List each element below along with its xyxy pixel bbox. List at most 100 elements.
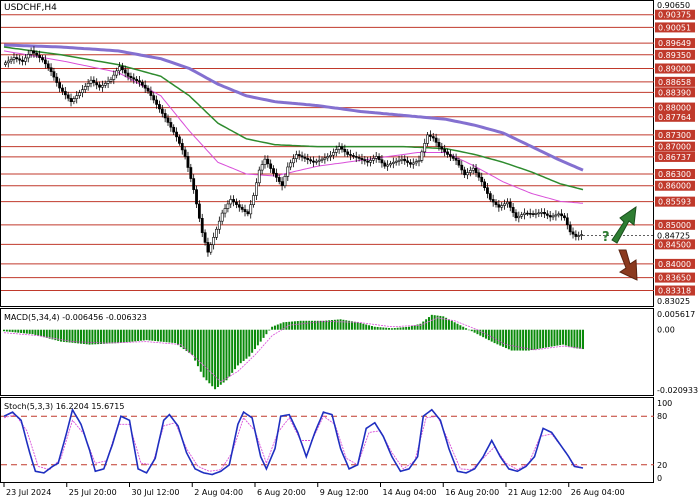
candle (503, 199, 506, 210)
ma-fast-line (3, 50, 584, 204)
candle (203, 229, 207, 246)
candle (477, 169, 481, 181)
candle (314, 158, 318, 165)
candle (531, 210, 535, 217)
macd-bar (350, 321, 353, 330)
macd-bar (339, 319, 342, 330)
macd-bar (396, 327, 399, 330)
macd-indicator: 0.005617 0.00 -0.020933 (3, 310, 698, 395)
macd-bar (311, 320, 314, 330)
macd-bar (305, 320, 308, 330)
macd-bar (114, 329, 117, 344)
price-axis: 0.90375 0.90051 0.89649 0.89350 0.89000 0.886… (583, 1, 695, 306)
macd-bar (14, 329, 17, 333)
candle (454, 153, 458, 166)
macd-bar (365, 324, 368, 330)
macd-bar (8, 329, 11, 332)
macd-bar (547, 329, 550, 348)
macd-bar (165, 329, 168, 343)
macd-bar (259, 329, 262, 342)
macd-bar (582, 329, 584, 350)
candle (272, 165, 275, 177)
candle (235, 198, 238, 209)
macd-bar (17, 329, 20, 333)
candle (537, 209, 541, 218)
candle (69, 93, 73, 107)
candle (571, 227, 575, 239)
candle (286, 162, 290, 181)
macd-bar (493, 329, 496, 344)
macd-bar (504, 329, 507, 349)
macd-bar (11, 329, 14, 333)
candle (183, 146, 187, 160)
candle (106, 76, 110, 89)
candle (197, 200, 201, 223)
time-label: 14 Aug 04:00 (382, 488, 436, 497)
stoch-level-label: 20 (657, 461, 667, 470)
macd-bar (45, 329, 48, 338)
macd-bar (125, 329, 128, 343)
macd-bar (42, 329, 45, 338)
resistance-levels (1, 14, 654, 292)
macd-bar (402, 327, 405, 330)
macd-bar (122, 329, 125, 343)
candle (58, 78, 62, 93)
candle (508, 198, 512, 212)
candle (329, 150, 332, 161)
candle (511, 203, 515, 217)
candle (448, 149, 452, 162)
arrow-down-icon (618, 249, 638, 281)
candle (61, 84, 64, 96)
macd-bar (425, 319, 428, 330)
candle (149, 86, 153, 101)
macd-axis-top-label: 0.005617 (657, 310, 695, 319)
candle (394, 157, 398, 166)
candle (189, 163, 193, 183)
macd-bar (447, 319, 450, 330)
candle (434, 133, 438, 147)
candle (386, 160, 390, 171)
macd-bar (376, 326, 379, 330)
candle (192, 174, 196, 194)
candle (406, 156, 409, 167)
candle (548, 210, 552, 222)
candle (75, 91, 79, 104)
candle (557, 211, 561, 218)
macd-bar (234, 329, 237, 370)
candle (89, 76, 93, 88)
macd-bar (142, 329, 145, 341)
level-label: 0.86737 (658, 153, 691, 162)
candle (101, 80, 104, 92)
candle (252, 192, 255, 208)
candle (303, 153, 307, 162)
candle (217, 216, 221, 234)
macd-bar (482, 329, 485, 338)
macd-bar (171, 329, 174, 343)
macd-bar (527, 329, 530, 351)
macd-bar (205, 329, 208, 381)
stoch-level-label: 80 (657, 412, 667, 421)
candle (83, 83, 87, 94)
candle (383, 160, 387, 169)
candle (229, 195, 233, 208)
candle (109, 76, 113, 84)
candle (63, 86, 67, 100)
candle (66, 91, 70, 102)
candle (494, 199, 498, 208)
stoch-axis-bottom-label: 0 (657, 474, 662, 483)
level-label: 0.89649 (658, 39, 691, 48)
macd-bar (370, 325, 373, 330)
macd-bar (564, 329, 567, 346)
candle (371, 154, 375, 165)
macd-bar (228, 329, 231, 377)
candle (520, 211, 524, 219)
macd-bar (202, 329, 205, 378)
candle (420, 149, 424, 163)
macd-bar (279, 323, 282, 330)
candle (411, 158, 415, 169)
macd-bar (427, 317, 430, 330)
candle (160, 104, 164, 118)
macd-bar (268, 329, 271, 331)
macd-bar (385, 327, 388, 330)
candle (257, 166, 261, 187)
